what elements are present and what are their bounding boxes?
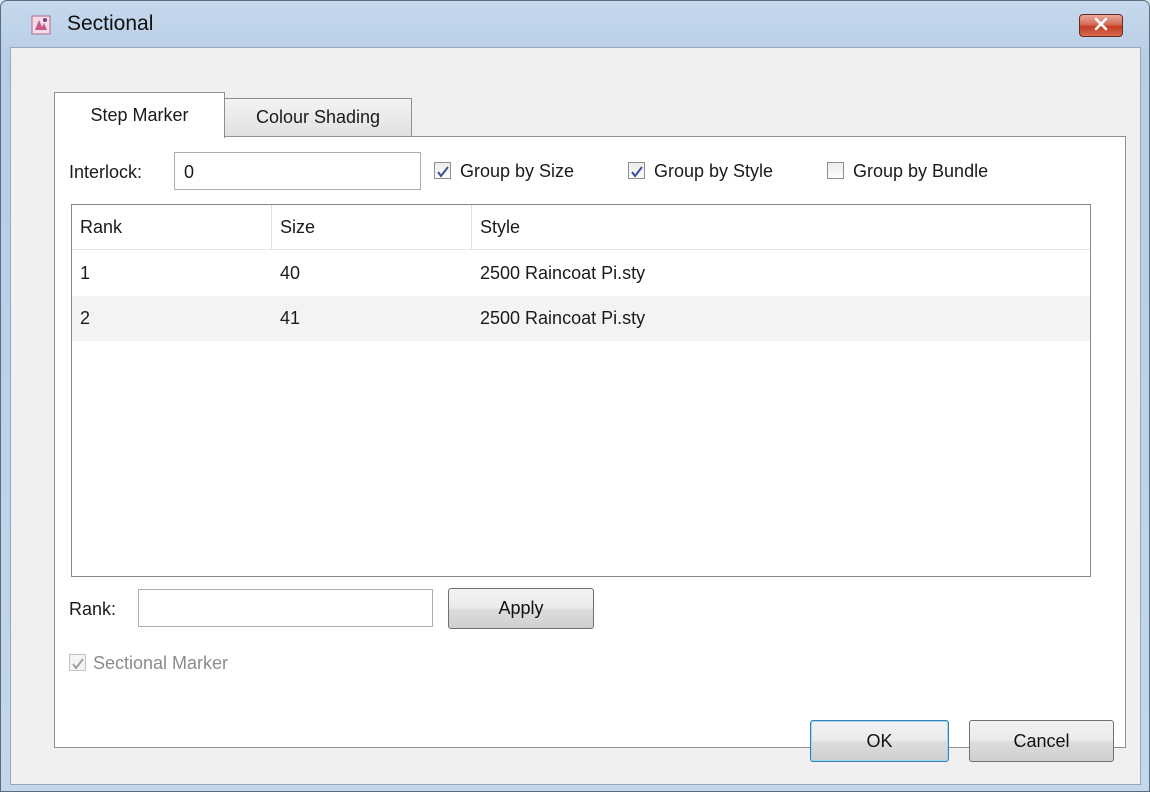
table-header: Rank Size Style — [72, 205, 1090, 250]
column-header-style[interactable]: Style — [472, 205, 1090, 249]
rank-label: Rank: — [69, 599, 117, 619]
tab-step-marker[interactable]: Step Marker — [54, 92, 225, 138]
close-button[interactable] — [1079, 14, 1123, 37]
table-row[interactable]: 1 40 2500 Raincoat Pi.sty — [72, 251, 1090, 296]
cancel-button[interactable]: Cancel — [969, 720, 1114, 762]
cell-style: 2500 Raincoat Pi.sty — [480, 308, 646, 328]
table-row[interactable]: 2 41 2500 Raincoat Pi.sty — [72, 296, 1090, 341]
sectional-marker-label: Sectional Marker — [93, 653, 229, 673]
apply-button-label: Apply — [498, 598, 544, 618]
checkmark-icon — [630, 163, 644, 185]
window-title: Sectional — [67, 12, 154, 35]
tab-label: Step Marker — [90, 105, 189, 125]
apply-button[interactable]: Apply — [448, 588, 594, 629]
group-by-style-label[interactable]: Group by Style — [654, 161, 773, 182]
group-by-style-checkbox[interactable] — [628, 162, 645, 179]
cell-rank: 1 — [80, 263, 91, 283]
cancel-button-label: Cancel — [1013, 730, 1070, 751]
ok-button[interactable]: OK — [810, 720, 949, 762]
group-by-bundle-checkbox[interactable] — [827, 162, 844, 179]
interlock-label: Interlock: — [69, 162, 143, 182]
cell-rank: 2 — [80, 308, 91, 328]
cell-size: 41 — [280, 308, 301, 328]
sectional-marker-checkbox[interactable] — [69, 654, 86, 671]
title-bar[interactable]: Sectional — [1, 1, 1149, 47]
group-by-size-checkbox[interactable] — [434, 162, 451, 179]
checkmark-icon — [71, 655, 85, 677]
column-header-rank[interactable]: Rank — [72, 205, 272, 249]
app-icon — [31, 15, 51, 35]
rank-table[interactable]: Rank Size Style 1 40 2500 Raincoat Pi.st… — [71, 204, 1091, 577]
tab-label: Colour Shading — [255, 107, 381, 127]
ok-button-label: OK — [866, 730, 893, 751]
checkmark-icon — [436, 163, 450, 185]
interlock-input[interactable]: 0 — [174, 152, 421, 190]
cell-size: 40 — [280, 263, 301, 283]
group-by-size-label[interactable]: Group by Size — [460, 161, 574, 182]
close-icon — [1093, 15, 1109, 37]
group-by-bundle-label[interactable]: Group by Bundle — [853, 161, 988, 182]
column-header-size[interactable]: Size — [272, 205, 472, 249]
dialog-window: Sectional Step Marker Colour Shading Int… — [0, 0, 1150, 792]
tab-colour-shading[interactable]: Colour Shading — [224, 98, 412, 136]
rank-input[interactable] — [138, 589, 433, 627]
cell-style: 2500 Raincoat Pi.sty — [480, 263, 646, 283]
